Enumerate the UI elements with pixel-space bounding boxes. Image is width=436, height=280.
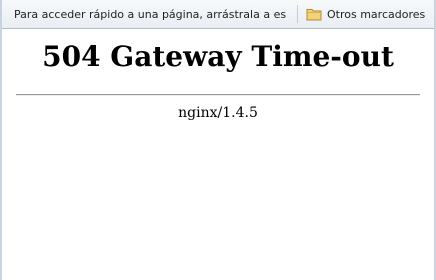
divider (16, 94, 420, 96)
other-bookmarks-button[interactable]: Otros marcadores (306, 4, 425, 24)
browser-window: Para acceder rápido a una página, arrást… (0, 0, 436, 280)
server-signature: nginx/1.4.5 (178, 105, 258, 121)
bookmarks-bar: Para acceder rápido a una página, arrást… (2, 0, 434, 29)
bookmarks-bar-hint: Para acceder rápido a una página, arrást… (14, 8, 286, 21)
page-content: 504 Gateway Time-out nginx/1.4.5 (2, 29, 434, 280)
other-bookmarks-label: Otros marcadores (327, 7, 426, 21)
page-title: 504 Gateway Time-out (42, 40, 394, 73)
bookmarks-bar-separator (297, 5, 298, 23)
folder-icon (306, 9, 322, 21)
